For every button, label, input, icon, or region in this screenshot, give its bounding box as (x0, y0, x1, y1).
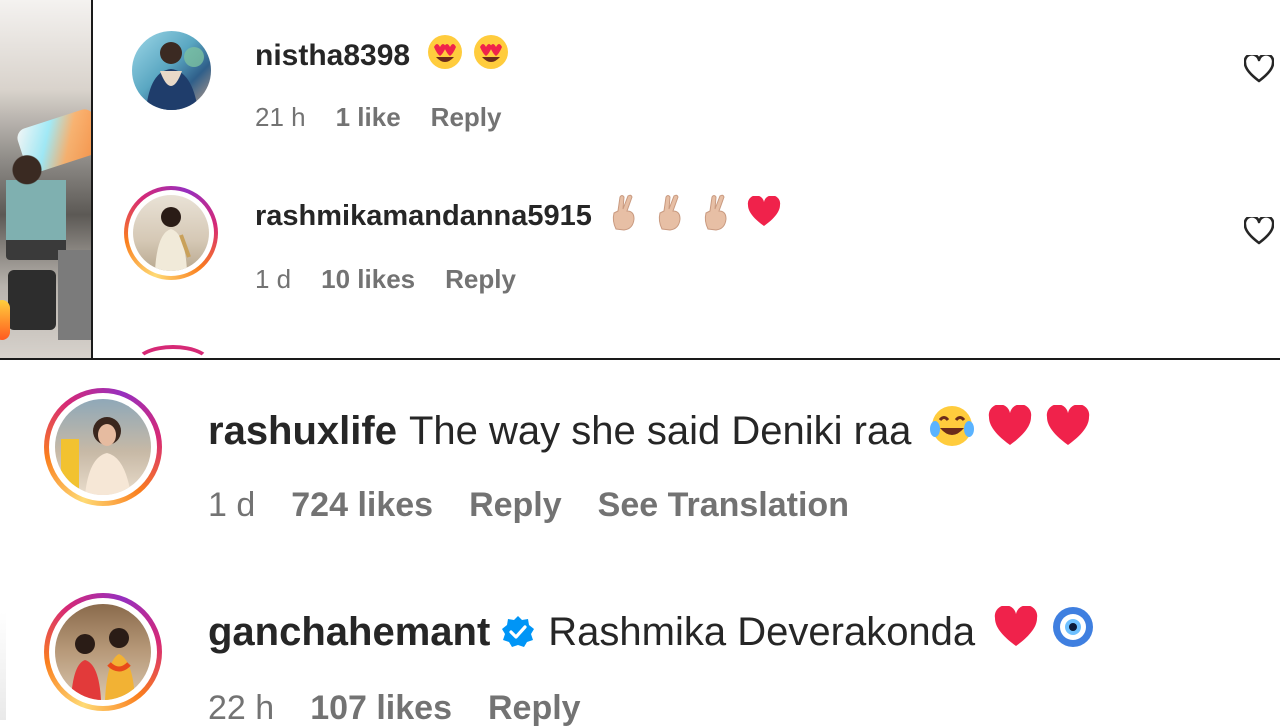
reply-button[interactable]: Reply (469, 486, 562, 525)
heart-eyes-face-icon (472, 33, 510, 79)
comment-body: ganchahemant Rashmika Deverakonda (208, 605, 1095, 659)
red-heart-icon (987, 404, 1033, 457)
crossed-fingers-icon (700, 193, 732, 239)
comment-username[interactable]: ganchahemant (208, 610, 490, 655)
comment-meta: 1 d 10 likes Reply (255, 264, 516, 295)
reply-button[interactable]: Reply (488, 689, 581, 728)
like-heart-icon[interactable] (1243, 215, 1275, 250)
red-heart-icon (993, 605, 1039, 658)
red-heart-icon (746, 195, 782, 236)
nazar-amulet-icon (1051, 605, 1095, 659)
story-avatar[interactable] (44, 388, 162, 506)
tears-of-joy-icon (929, 403, 975, 459)
comment-text: The way she said Deniki raa (408, 408, 912, 453)
comment-likes[interactable]: 1 like (336, 102, 401, 133)
comment-username[interactable]: rashmikamandanna5915 (255, 200, 592, 233)
comment-text: Rashmika Deverakonda (548, 609, 976, 654)
story-avatar[interactable] (124, 186, 218, 280)
comment-ganchahemant: ganchahemant Rashmika Deverakonda 22 h 1… (0, 575, 1280, 727)
comment-time: 22 h (208, 689, 275, 727)
comment-meta: 21 h 1 like Reply (255, 102, 501, 133)
crossed-fingers-icon (608, 193, 640, 239)
reply-button[interactable]: Reply (431, 102, 502, 133)
verified-badge-icon (500, 614, 536, 650)
avatar[interactable] (132, 31, 211, 110)
comment-time: 1 d (208, 486, 256, 524)
reply-button[interactable]: Reply (445, 264, 516, 295)
comment-meta: 22 h 107 likes Reply (208, 689, 581, 728)
comment-username[interactable]: rashuxlife (208, 409, 397, 454)
comment-username[interactable]: nistha8398 (255, 39, 410, 73)
comment-rashuxlife: rashuxlife The way she said Deniki raa 1… (0, 370, 1280, 560)
comment-likes[interactable]: 10 likes (321, 264, 415, 295)
comment-body: nistha8398 (255, 33, 510, 79)
comment-time: 21 h (255, 102, 306, 132)
like-heart-icon[interactable] (1243, 53, 1275, 88)
comment-likes[interactable]: 724 likes (291, 486, 433, 525)
comment-rashmikamandanna5915: rashmikamandanna5915 1 d 10 likes Reply (0, 170, 1280, 350)
comment-meta: 1 d 724 likes Reply See Translation (208, 486, 849, 525)
comment-likes[interactable]: 107 likes (310, 689, 452, 728)
see-translation-button[interactable]: See Translation (598, 486, 849, 525)
story-avatar[interactable] (44, 593, 162, 711)
comment-nistha8398: nistha8398 21 h 1 like Reply (0, 0, 1280, 150)
comment-body: rashmikamandanna5915 (255, 193, 782, 239)
comment-body: rashuxlife The way she said Deniki raa (208, 403, 1091, 459)
red-heart-icon (1045, 404, 1091, 457)
comment-time: 1 d (255, 264, 292, 294)
crossed-fingers-icon (654, 193, 686, 239)
heart-eyes-face-icon (426, 33, 464, 79)
